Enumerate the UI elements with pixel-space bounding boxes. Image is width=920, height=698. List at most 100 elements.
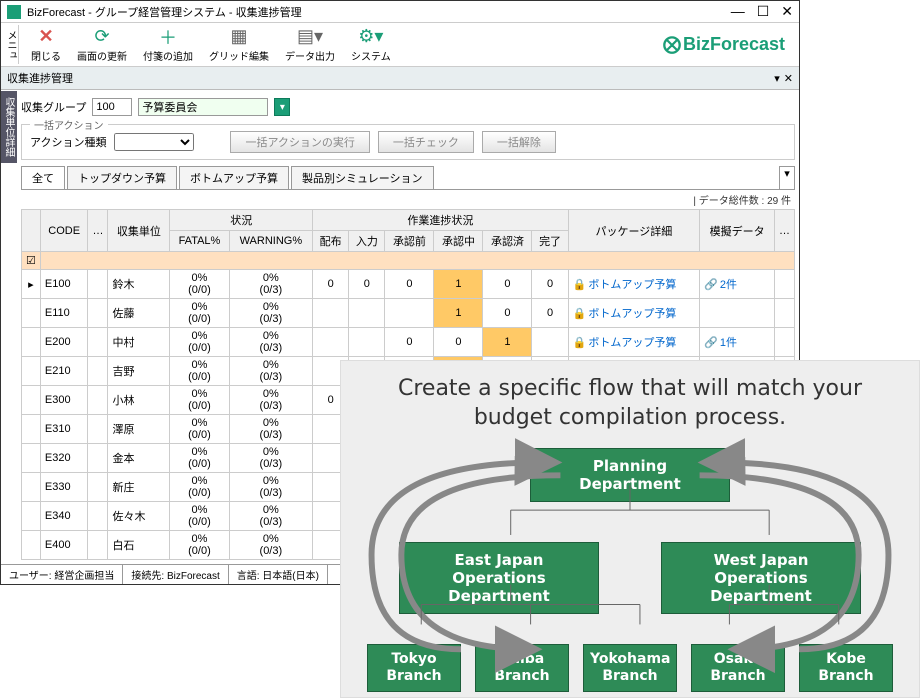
mock-link[interactable]: 🔗2件	[704, 279, 737, 291]
cell-dist	[313, 299, 349, 328]
col-warning[interactable]: WARNING%	[229, 231, 313, 252]
bulk-release-button[interactable]: 一括解除	[482, 131, 556, 153]
tab-all[interactable]: 全て	[21, 166, 65, 189]
cell-unit: 新庄	[108, 473, 170, 502]
org-tokyo: Tokyo Branch	[367, 644, 461, 692]
table-row[interactable]: E200中村0%(0/0)0%(0/3)001🔒ボトムアップ予算🔗1件	[22, 328, 795, 357]
cell-mock: 🔗2件	[700, 270, 775, 299]
org-planning: Planning Department	[530, 448, 730, 502]
row-pointer	[22, 357, 41, 386]
action-type-label: アクション種類	[30, 134, 106, 150]
table-row[interactable]: ▸E100鈴木0%(0/0)0%(0/3)000100🔒ボトムアップ予算🔗2件	[22, 270, 795, 299]
cell-package: 🔒ボトムアップ予算	[568, 270, 700, 299]
row-pointer	[22, 415, 41, 444]
cell-package: 🔒ボトムアップ予算	[568, 299, 700, 328]
tab-simulation[interactable]: 製品別シミュレーション	[291, 166, 434, 189]
col-fatal[interactable]: FATAL%	[170, 231, 229, 252]
cell-approved: 0	[483, 270, 532, 299]
data-output-button[interactable]: ▤▾ データ出力	[277, 25, 343, 65]
overlay-title: Create a specific flow that will match y…	[341, 361, 919, 442]
col-code[interactable]: CODE	[40, 210, 88, 252]
bulk-check-button[interactable]: 一括チェック	[378, 131, 474, 153]
status-connection: 接続先: BizForecast	[123, 565, 228, 584]
cell-fatal: 0%(0/0)	[170, 444, 229, 473]
row-pointer	[22, 444, 41, 473]
brand-icon: ⨂	[663, 34, 681, 54]
col-done[interactable]: 完了	[532, 231, 568, 252]
cell-code: E340	[40, 502, 88, 531]
side-tab[interactable]: 収集単位詳細	[1, 91, 17, 163]
cell-code: E200	[40, 328, 88, 357]
cell-fatal: 0%(0/0)	[170, 531, 229, 560]
cell-warning: 0%(0/3)	[229, 415, 313, 444]
cell-inapprove: 1	[434, 299, 483, 328]
panel-close-icon[interactable]: ✕	[784, 72, 793, 85]
toolbar: メニュー ✕ 閉じる ⟳ 画面の更新 ＋ 付箋の追加 ▦ グリッド編集 ▤▾ デ…	[1, 23, 799, 67]
col-unit[interactable]: 収集単位	[108, 210, 170, 252]
panel-menu-icon[interactable]: ▾	[774, 72, 780, 85]
cell-inapprove: 0	[434, 328, 483, 357]
cell-inapprove: 1	[434, 270, 483, 299]
refresh-button[interactable]: ⟳ 画面の更新	[69, 25, 135, 65]
add-note-button[interactable]: ＋ 付箋の追加	[135, 25, 201, 65]
brand-logo: ⨂BizForecast	[663, 34, 795, 55]
cell-dist: 0	[313, 270, 349, 299]
data-count: | データ総件数 : 29 件	[21, 190, 795, 209]
col-dist[interactable]: 配布	[313, 231, 349, 252]
system-button[interactable]: ⚙▾ システム	[343, 25, 399, 65]
action-type-select[interactable]	[114, 133, 194, 151]
mock-link[interactable]: 🔗1件	[704, 337, 737, 349]
package-link[interactable]: 🔒ボトムアップ予算	[573, 337, 677, 349]
plus-icon: ＋	[158, 27, 178, 47]
link-icon: 🔗	[704, 337, 718, 349]
data-output-icon: ▤▾	[300, 27, 320, 47]
bulk-execute-button[interactable]: 一括アクションの実行	[230, 131, 369, 153]
table-row[interactable]: E110佐藤0%(0/0)0%(0/3)100🔒ボトムアップ予算	[22, 299, 795, 328]
tab-bottomup[interactable]: ボトムアップ予算	[179, 166, 289, 189]
menu-toggle[interactable]: メニュー	[5, 25, 19, 64]
cell-code: E300	[40, 386, 88, 415]
close-button[interactable]: ✕ 閉じる	[23, 25, 69, 65]
cell-unit: 吉野	[108, 357, 170, 386]
row-pointer	[22, 531, 41, 560]
row-pointer	[22, 502, 41, 531]
col-input[interactable]: 入力	[349, 231, 385, 252]
cell-unit: 佐々木	[108, 502, 170, 531]
close-window-button[interactable]: ✕	[781, 3, 793, 20]
cell-approved: 1	[483, 328, 532, 357]
col-preapprove[interactable]: 承認前	[385, 231, 434, 252]
grid-icon: ▦	[229, 27, 249, 47]
cell-unit: 小林	[108, 386, 170, 415]
bulk-legend: 一括アクション	[30, 117, 108, 132]
tab-overflow-button[interactable]: ▾	[779, 166, 795, 189]
group-name-input[interactable]	[138, 98, 268, 116]
col-mock[interactable]: 模擬データ	[700, 210, 775, 252]
cell-fatal: 0%(0/0)	[170, 415, 229, 444]
col-inapprove[interactable]: 承認中	[434, 231, 483, 252]
package-link[interactable]: 🔒ボトムアップ予算	[573, 308, 677, 320]
window-title: BizForecast - グループ経営管理システム - 収集進捗管理	[27, 4, 731, 20]
col-package[interactable]: パッケージ詳細	[568, 210, 700, 252]
group-code-input[interactable]	[92, 98, 132, 116]
lock-icon: 🔒	[573, 337, 587, 349]
maximize-button[interactable]: ☐	[757, 3, 770, 20]
tab-topdown[interactable]: トップダウン予算	[67, 166, 177, 189]
cell-mock	[700, 299, 775, 328]
cell-warning: 0%(0/3)	[229, 357, 313, 386]
cell-unit: 佐藤	[108, 299, 170, 328]
cell-code: E100	[40, 270, 88, 299]
grid-edit-button[interactable]: ▦ グリッド編集	[201, 25, 277, 65]
selection-row[interactable]: ☑	[22, 252, 795, 270]
col-approved[interactable]: 承認済	[483, 231, 532, 252]
group-dropdown-button[interactable]: ▾	[274, 98, 290, 116]
org-osaka: Osaka Branch	[691, 644, 785, 692]
package-link[interactable]: 🔒ボトムアップ予算	[573, 279, 677, 291]
cell-unit: 金本	[108, 444, 170, 473]
checkbox-icon[interactable]: ☑	[22, 252, 41, 270]
titlebar[interactable]: BizForecast - グループ経営管理システム - 収集進捗管理 — ☐ …	[1, 1, 799, 23]
minimize-button[interactable]: —	[731, 3, 745, 20]
refresh-icon: ⟳	[92, 27, 112, 47]
filter-row: 収集グループ ▾	[21, 94, 795, 120]
cell-unit: 澤原	[108, 415, 170, 444]
cell-fatal: 0%(0/0)	[170, 473, 229, 502]
